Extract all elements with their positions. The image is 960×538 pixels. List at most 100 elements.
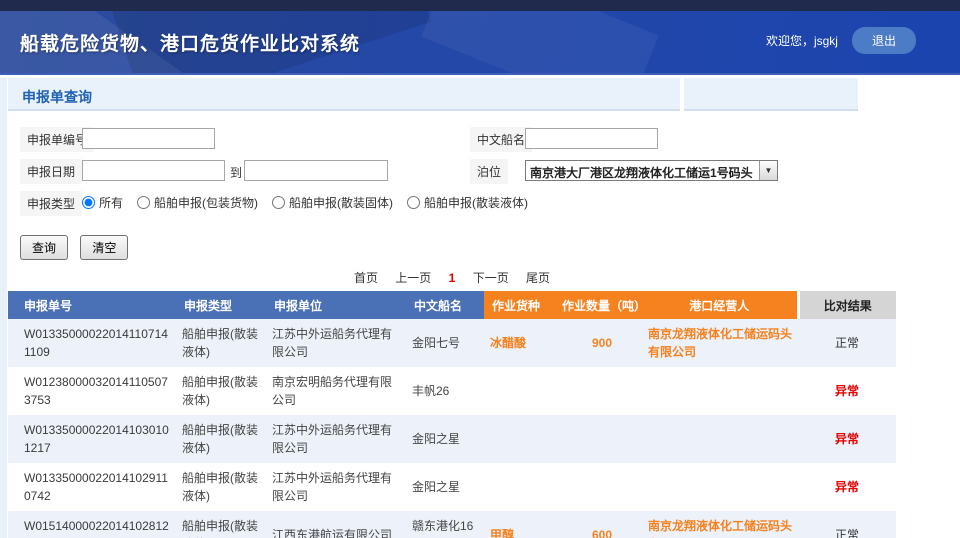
form-row-2: 申报日期 到 泊位 南京港大厂港区龙翔液体化工储运1号码头 ▼ [18,159,960,191]
declaration-type-radio-group: 所有 船舶申报(包装货物) 船舶申报(散装固体) 船舶申报(散装液体) [82,194,542,211]
col-header-type: 申报类型 [176,291,266,319]
cell-declaration-no: W013350000220141029110742 [8,463,176,511]
cell-quantity [562,463,642,511]
cell-operator: 南京龙翔液体化工储运码头有限公司 [642,511,798,538]
top-navy-strip [0,0,960,11]
query-button[interactable]: 查询 [20,235,68,260]
cell-cargo: 甲醇 [484,511,562,538]
cell-ship: 金阳之星 [406,415,484,463]
cell-declaration-no: W012380000320141105073753 [8,367,176,415]
cell-ship: 丰帆26 [406,367,484,415]
table-row: W013350000220141107141109 船舶申报(散装液体) 江苏中… [8,319,896,367]
cell-operator [642,367,798,415]
date-from-input[interactable] [82,160,225,181]
declaration-type-label: 申报类型 [20,191,82,216]
date-to-separator: 到 [230,164,242,181]
left-side-strip [0,78,7,538]
radio-bulk-liquid[interactable]: 船舶申报(散装液体) [407,194,528,211]
date-to-input[interactable] [244,160,388,181]
table-row: W013350000220141029110742 船舶申报(散装液体) 江苏中… [8,463,896,511]
radio-bulk-solid-input[interactable] [272,196,285,209]
table-row: W013350000220141030101217 船舶申报(散装液体) 江苏中… [8,415,896,463]
cell-operator [642,415,798,463]
page-title: 申报单查询 [8,78,92,107]
cell-type: 船舶申报(散装液体) [176,367,266,415]
cell-cargo [484,367,562,415]
cell-type: 船舶申报(散装液体) [176,319,266,367]
cell-cargo [484,463,562,511]
radio-all-label: 所有 [99,194,123,211]
cell-ship: 金阳七号 [406,319,484,367]
form-row-3: 申报类型 所有 船舶申报(包装货物) 船舶申报(散装固体) 船舶申报(散装液体) [18,191,960,223]
pagination: 首页 上一页 1 下一页 尾页 [8,269,896,286]
radio-all[interactable]: 所有 [82,194,123,211]
radio-bulk-solid[interactable]: 船舶申报(散装固体) [272,194,393,211]
section-band-side [684,78,858,111]
radio-bulk-solid-label: 船舶申报(散装固体) [289,194,393,211]
results-table: 申报单号 申报类型 申报单位 中文船名 作业货种 作业数量（吨） 港口经营人 比… [8,291,896,538]
cell-type: 船舶申报(散装液体) [176,511,266,538]
form-buttons: 查询 清空 [20,235,960,260]
berth-select[interactable]: 南京港大厂港区龙翔液体化工储运1号码头 ▼ [525,160,778,181]
col-header-ship: 中文船名 [406,291,484,319]
pagination-current-page: 1 [449,271,456,285]
cell-result: 正常 [798,511,896,538]
col-header-agency: 申报单位 [266,291,406,319]
col-header-quantity: 作业数量（吨） [562,291,642,319]
cell-agency: 江苏中外运船务代理有限公司 [266,319,406,367]
app-header: 船载危险货物、港口危货作业比对系统 欢迎您，jsgkj 退出 [0,11,960,75]
page: 船载危险货物、港口危货作业比对系统 欢迎您，jsgkj 退出 申报单查询 申报单… [0,0,960,538]
cell-quantity: 900 [562,319,642,367]
col-header-result: 比对结果 [798,291,896,319]
cell-type: 船舶申报(散装液体) [176,415,266,463]
cell-result: 异常 [798,367,896,415]
table-row: W015140000220141028122151 船舶申报(散装液体) 江西东… [8,511,896,538]
radio-packaged-goods[interactable]: 船舶申报(包装货物) [137,194,258,211]
pagination-next[interactable]: 下一页 [473,271,509,285]
clear-button[interactable]: 清空 [80,235,128,260]
cell-quantity [562,415,642,463]
radio-all-input[interactable] [82,196,95,209]
cell-ship: 赣东港化166 [406,511,484,538]
pagination-prev[interactable]: 上一页 [395,271,431,285]
berth-selected-value: 南京港大厂港区龙翔液体化工储运1号码头 [526,161,759,180]
form-row-1: 申报单编号 中文船名 [18,127,960,159]
cell-quantity [562,367,642,415]
col-header-cargo: 作业货种 [484,291,562,319]
cell-type: 船舶申报(散装液体) [176,463,266,511]
cell-agency: 江苏中外运船务代理有限公司 [266,463,406,511]
cell-result: 异常 [798,463,896,511]
pagination-first[interactable]: 首页 [354,271,378,285]
cell-agency: 江苏中外运船务代理有限公司 [266,415,406,463]
cell-cargo [484,415,562,463]
ship-name-input[interactable] [525,128,658,149]
section-band: 申报单查询 [8,78,960,111]
radio-bulk-liquid-input[interactable] [407,196,420,209]
header-user-area: 欢迎您，jsgkj 退出 [766,27,916,54]
col-header-operator: 港口经营人 [642,291,798,319]
cell-quantity: 600 [562,511,642,538]
cell-result: 正常 [798,319,896,367]
cell-agency: 南京宏明船务代理有限公司 [266,367,406,415]
logout-button[interactable]: 退出 [852,27,916,54]
cell-cargo: 冰醋酸 [484,319,562,367]
chevron-down-icon[interactable]: ▼ [759,161,777,180]
radio-bulk-liquid-label: 船舶申报(散装液体) [424,194,528,211]
radio-packaged-goods-input[interactable] [137,196,150,209]
table-row: W012380000320141105073753 船舶申报(散装液体) 南京宏… [8,367,896,415]
welcome-text: 欢迎您，jsgkj [766,32,838,49]
col-header-declaration-no: 申报单号 [8,291,176,319]
cell-agency: 江西东港航运有限公司 [266,511,406,538]
table-header-row: 申报单号 申报类型 申报单位 中文船名 作业货种 作业数量（吨） 港口经营人 比… [8,291,896,319]
declaration-no-input[interactable] [82,128,215,149]
section-band-main: 申报单查询 [8,78,680,111]
query-form: 申报单编号 中文船名 申报日期 到 泊位 南京港大厂港区龙翔液体化工储运1号码头… [18,127,960,260]
cell-operator [642,463,798,511]
pagination-last[interactable]: 尾页 [526,271,550,285]
berth-label: 泊位 [470,159,508,184]
cell-declaration-no: W013350000220141030101217 [8,415,176,463]
cell-operator: 南京龙翔液体化工储运码头有限公司 [642,319,798,367]
header-decor-shape [421,11,659,75]
cell-declaration-no: W013350000220141107141109 [8,319,176,367]
app-title: 船载危险货物、港口危货作业比对系统 [20,29,360,56]
